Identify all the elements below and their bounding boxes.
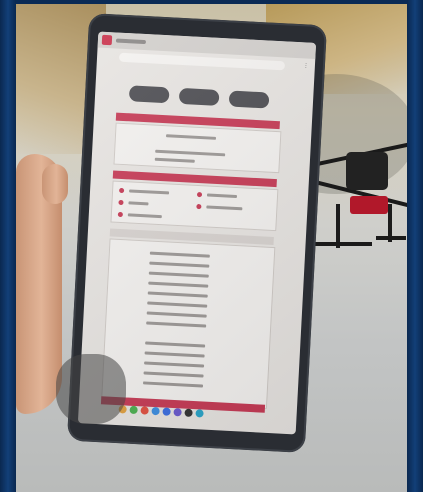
outdoor-photo: ⋮ [16, 4, 407, 492]
drone-body [346, 152, 388, 190]
drone-battery [350, 196, 388, 214]
fingers [56, 354, 126, 424]
photo-scene: ⋮ [0, 0, 423, 492]
thumb [42, 164, 68, 204]
frame-left-border [0, 0, 16, 492]
frame-right-border [407, 0, 423, 492]
